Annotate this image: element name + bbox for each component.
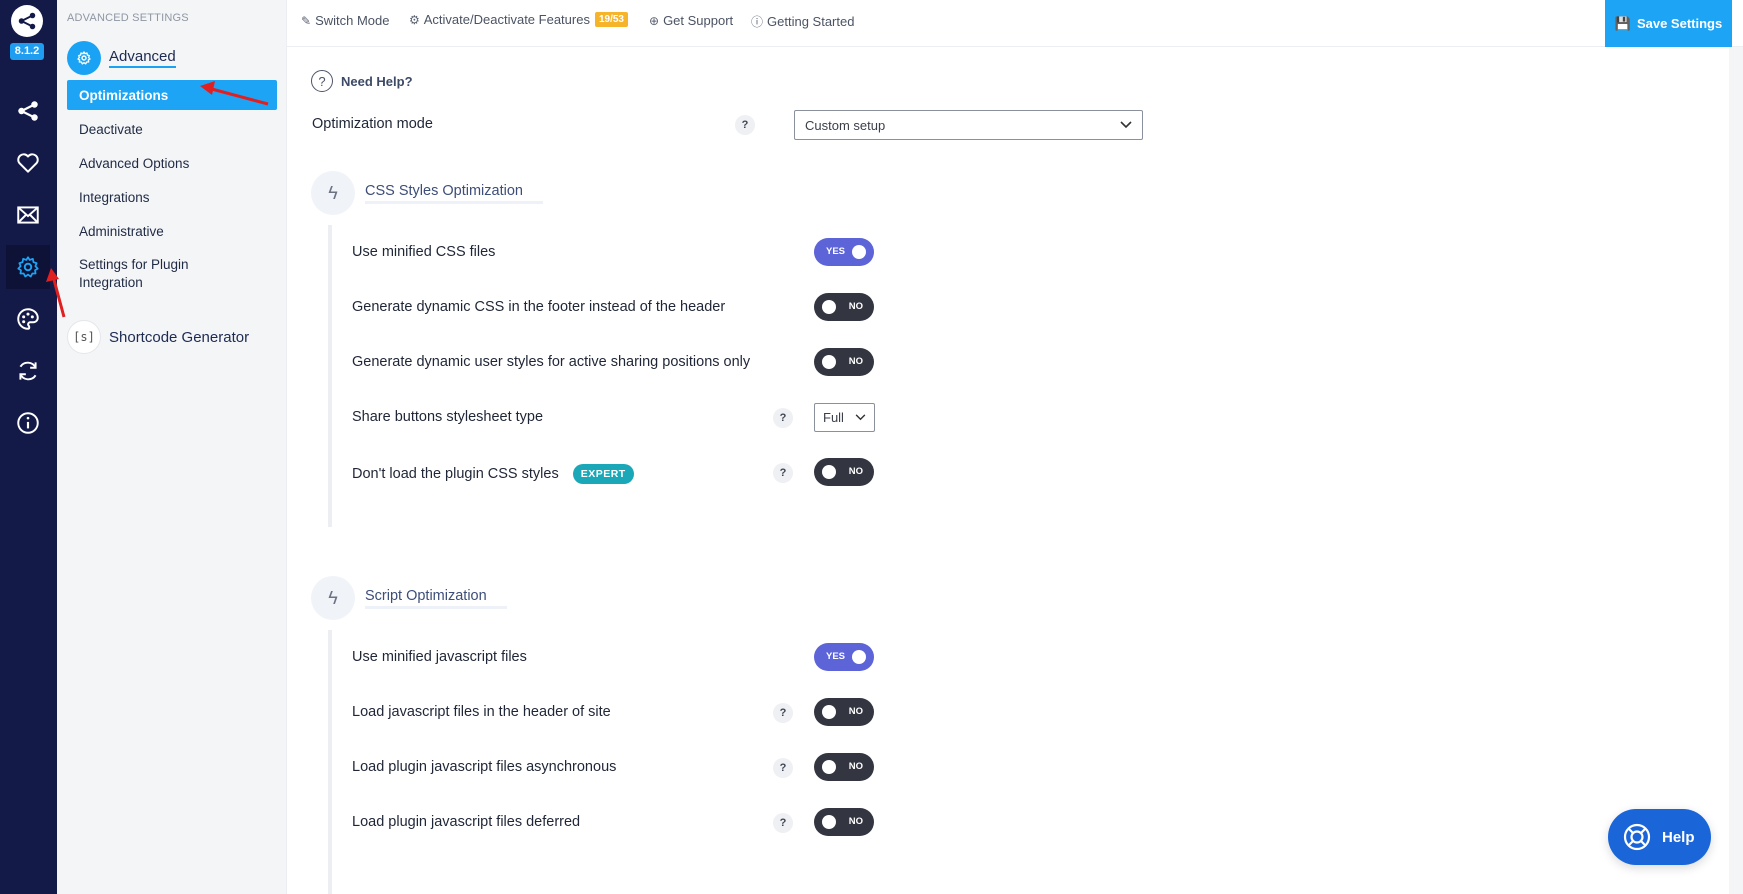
dynamic-css-footer-toggle[interactable]: NO [814,293,874,321]
sidebar-item-plugin-integration[interactable]: Settings for Plugin Integration [67,256,217,292]
setting-row: Load plugin javascript files asynchronou… [352,753,892,781]
features-label: Activate/Deactivate Features [423,12,590,27]
setting-row: Generate dynamic CSS in the footer inste… [352,293,892,321]
disable-plugin-css-toggle[interactable]: NO [814,458,874,486]
sidebar-section-advanced[interactable]: Advanced [67,41,176,75]
lifebuoy-icon: ⊕ [649,13,660,28]
sidebar-item-optimizations[interactable]: Optimizations [67,80,277,110]
question-circle-icon: ? [311,70,333,92]
gear-icon [67,41,101,75]
features-count-badge: 19/53 [594,12,628,27]
setting-label: Use minified CSS files [352,244,496,260]
setting-label: Load plugin javascript files asynchronou… [352,759,617,775]
lightning-icon: ϟ [311,171,355,215]
shortcode-label: Shortcode Generator [109,328,250,346]
top-bar: ✎ Switch Mode ⚙ Activate/Deactivate Feat… [287,0,1743,47]
gear-icon[interactable] [6,245,50,289]
sidebar-item-advanced-options[interactable]: Advanced Options [67,153,277,173]
switch-mode-link[interactable]: ✎ Switch Mode [301,13,389,28]
sidebar-item-administrative[interactable]: Administrative [67,221,277,241]
setting-row: Load javascript files in the header of s… [352,698,892,726]
getting-started-link[interactable]: ⓘ Getting Started [751,13,854,30]
chevron-down-icon [855,414,866,421]
features-link[interactable]: ⚙ Activate/Deactivate Features 19/53 [409,12,628,27]
heart-icon[interactable] [6,141,50,185]
setting-row: Don't load the plugin CSS styles EXPERT ?… [352,458,892,486]
wand-icon: ✎ [301,13,312,28]
lightning-icon: ϟ [311,576,355,620]
setting-label: Generate dynamic CSS in the footer inste… [352,299,726,315]
setting-label: Load plugin javascript files deferred [352,814,581,830]
help-question-icon[interactable]: ? [773,408,793,428]
stylesheet-type-select[interactable]: Full [814,403,875,432]
setting-label: Don't load the plugin CSS styles EXPERT [352,464,634,484]
share-icon[interactable] [6,89,50,133]
need-help-link[interactable]: ? Need Help? [311,70,413,92]
css-section-header: ϟ CSS Styles Optimization [311,171,543,215]
getting-started-label: Getting Started [767,14,855,29]
save-settings-label: Save Settings [1636,16,1723,31]
expert-badge: EXPERT [572,464,634,484]
setting-row: Generate dynamic user styles for active … [352,348,892,376]
setting-row: Use minified javascript files YES [352,643,892,671]
help-question-icon[interactable]: ? [773,758,793,778]
stylesheet-type-value: Full [823,410,844,425]
sidebar-section-label: Advanced [109,48,176,68]
setting-row: Share buttons stylesheet type ? Full [352,403,892,432]
cog-icon: ⚙ [409,12,420,27]
icon-rail: 8.1.2 [0,0,57,894]
version-badge: 8.1.2 [10,43,44,60]
optimization-mode-value: Custom setup [805,117,886,133]
setting-label: Generate dynamic user styles for active … [352,354,751,370]
setting-label: Use minified javascript files [352,649,527,665]
js-deferred-toggle[interactable]: NO [814,808,874,836]
sync-icon[interactable] [6,349,50,393]
logo-icon[interactable] [11,5,43,37]
help-label: Help [1662,828,1695,846]
main-content: ? Need Help? Optimization mode ? Custom … [287,47,1729,894]
script-section-title: Script Optimization [365,588,507,609]
setting-label: Load javascript files in the header of s… [352,704,611,720]
sidebar-item-shortcode-generator[interactable]: [s] Shortcode Generator [67,320,249,354]
script-section-header: ϟ Script Optimization [311,576,507,620]
chevron-down-icon [1120,121,1132,129]
shortcode-icon: [s] [67,320,101,354]
info-icon: ⓘ [751,15,764,29]
switch-mode-label: Switch Mode [315,13,390,28]
get-support-link[interactable]: ⊕ Get Support [649,13,733,28]
setting-row: Use minified CSS files YES [352,238,892,266]
script-settings-group: Use minified javascript files YES Load j… [328,630,874,894]
sidebar-caption: ADVANCED SETTINGS [67,12,189,24]
settings-sidebar: ADVANCED SETTINGS Advanced Optimizations… [57,0,287,894]
optimization-mode-label: Optimization mode [312,116,433,132]
sidebar-item-integrations[interactable]: Integrations [67,187,277,207]
save-settings-button[interactable]: 💾 Save Settings [1605,0,1732,47]
js-in-header-toggle[interactable]: NO [814,698,874,726]
palette-icon[interactable] [6,297,50,341]
setting-row: Load plugin javascript files deferred ? … [352,808,892,836]
optimization-mode-row: Optimization mode ? Custom setup [312,110,1147,140]
get-support-label: Get Support [663,13,734,28]
css-section-title: CSS Styles Optimization [365,183,543,204]
lifebuoy-icon [1623,823,1651,851]
help-question-icon[interactable]: ? [735,115,755,135]
floppy-icon: 💾 [1614,15,1631,31]
need-help-label: Need Help? [341,73,413,89]
minified-css-toggle[interactable]: YES [814,238,874,266]
info-icon[interactable] [6,401,50,445]
js-async-toggle[interactable]: NO [814,753,874,781]
help-floating-button[interactable]: Help [1608,809,1711,865]
help-question-icon[interactable]: ? [773,813,793,833]
minified-js-toggle[interactable]: YES [814,643,874,671]
mail-icon[interactable] [6,193,50,237]
help-question-icon[interactable]: ? [773,463,793,483]
optimization-mode-select[interactable]: Custom setup [794,110,1143,140]
setting-label: Share buttons stylesheet type [352,409,544,425]
css-settings-group: Use minified CSS files YES Generate dyna… [328,225,875,527]
dynamic-user-styles-toggle[interactable]: NO [814,348,874,376]
help-question-icon[interactable]: ? [773,703,793,723]
sidebar-item-deactivate[interactable]: Deactivate [67,119,277,139]
